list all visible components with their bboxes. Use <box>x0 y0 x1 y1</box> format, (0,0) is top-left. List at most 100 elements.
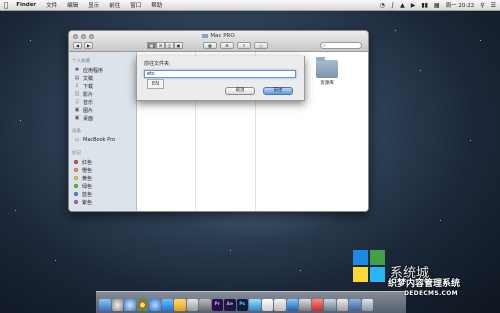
volume-icon[interactable]: ▶ <box>411 2 416 9</box>
window-search-field[interactable]: ⚲ <box>320 42 362 49</box>
action-gear-button[interactable]: ⚙ <box>220 42 234 49</box>
share-button[interactable]: ⇧ <box>237 42 251 49</box>
coverflow-view-button[interactable]: ▣ <box>174 42 183 49</box>
launchpad-dock-icon[interactable] <box>111 299 123 311</box>
sidebar-item-applications[interactable]: ✱ 应用程序 <box>69 66 136 74</box>
library-folder-label: 资源库 <box>320 81 334 86</box>
applications-icon: ✱ <box>74 66 80 73</box>
cancel-button[interactable]: 取消 <box>225 87 255 95</box>
sidebar-tag-blue[interactable]: 蓝色 <box>69 190 136 198</box>
tag-orange-icon <box>74 168 78 172</box>
arrange-button[interactable]: ▦ <box>203 42 217 49</box>
sidebar-item-label: 桌面 <box>83 115 94 122</box>
app2-dock-icon[interactable] <box>311 299 323 311</box>
menu-go[interactable]: 前往 <box>109 1 120 9</box>
menu-help[interactable]: 帮助 <box>151 1 162 9</box>
folder-dock-icon[interactable] <box>174 299 186 311</box>
column-view-button[interactable]: ◫ <box>165 42 174 49</box>
textedit-dock-icon[interactable] <box>274 299 286 311</box>
movies-icon: ◫ <box>74 90 80 97</box>
logo-pane-blue <box>353 250 368 265</box>
calendar-dock-icon[interactable] <box>261 299 273 311</box>
input-source-icon[interactable]: ▦ <box>434 2 440 9</box>
trash-dock-icon[interactable] <box>361 299 373 311</box>
sidebar-item-downloads[interactable]: ⇩ 下载 <box>69 82 136 90</box>
mission-control-dock-icon[interactable] <box>124 299 136 311</box>
sidebar-item-label: 绿色 <box>82 183 93 190</box>
list-view-button[interactable]: ☰ <box>156 42 165 49</box>
input-method-indicator[interactable]: EN <box>147 79 164 89</box>
sidebar-item-label: MacBook Pro <box>83 137 116 143</box>
wifi-icon[interactable]: ▲ <box>400 2 405 9</box>
logo-pane-lightblue <box>370 267 385 282</box>
utility2-dock-icon[interactable] <box>299 299 311 311</box>
downloads-dock-icon[interactable] <box>349 299 361 311</box>
notification-center-icon[interactable]: ☰ <box>491 2 496 9</box>
sidebar-tag-purple[interactable]: 紫色 <box>69 198 136 206</box>
sidebar-tag-yellow[interactable]: 黄色 <box>69 174 136 182</box>
finder-dock-icon[interactable] <box>99 299 111 311</box>
photoshop-dock-icon[interactable]: Ps <box>236 299 248 311</box>
window-titlebar: Mac PRO ◀ ▶ ▦ ☰ ◫ ▣ ▦ ⚙ ⇧ ○ ⚲ <box>69 31 368 52</box>
go-button[interactable]: 前往 <box>263 87 293 95</box>
watermark-cms-name: 织梦内容管理系统 <box>388 279 461 289</box>
toolbar-actions: ▦ ⚙ ⇧ ○ <box>203 42 268 49</box>
bluetooth-icon[interactable]: ∫ <box>391 2 394 9</box>
watermark-url: DEDECMS.COM <box>404 290 458 297</box>
screen-dock-icon[interactable] <box>286 299 298 311</box>
back-button[interactable]: ◀ <box>73 42 82 49</box>
logo-pane-green <box>370 250 385 265</box>
sidebar-item-music[interactable]: ♫ 音乐 <box>69 98 136 106</box>
menu-edit[interactable]: 编辑 <box>67 1 78 9</box>
nav-buttons: ◀ ▶ <box>73 42 93 49</box>
menu-clock[interactable]: 周一 20:22 <box>446 1 475 9</box>
tag-button[interactable]: ○ <box>254 42 268 49</box>
menu-view[interactable]: 显示 <box>88 1 99 9</box>
apple-menu-icon[interactable]:  <box>4 1 8 9</box>
watermark-logo <box>352 249 386 283</box>
star <box>300 270 301 271</box>
downloads-icon: ⇩ <box>74 82 80 89</box>
battery-icon[interactable]: ▮▮ <box>421 2 428 9</box>
app4-dock-icon[interactable] <box>336 299 348 311</box>
preferences-dock-icon[interactable] <box>199 299 211 311</box>
music-icon: ♫ <box>74 98 80 105</box>
time-machine-icon[interactable]: ◔ <box>380 2 385 9</box>
search-icon[interactable]: ⚲ <box>480 2 484 9</box>
star <box>395 30 396 31</box>
icon-view-button[interactable]: ▦ <box>147 42 156 49</box>
app-dock-icon[interactable] <box>249 299 261 311</box>
app3-dock-icon[interactable] <box>324 299 336 311</box>
premiere-dock-icon[interactable]: Pr <box>211 299 223 311</box>
menu-file[interactable]: 文件 <box>46 1 57 9</box>
sidebar-tag-green[interactable]: 绿色 <box>69 182 136 190</box>
safari-dock-icon[interactable] <box>149 299 161 311</box>
sidebar-tag-red[interactable]: 红色 <box>69 158 136 166</box>
library-folder[interactable]: 资源库 <box>312 57 342 86</box>
tag-blue-icon <box>74 192 78 196</box>
go-to-folder-label: 前往文件夹: <box>144 61 171 67</box>
menu-window[interactable]: 窗口 <box>130 1 141 9</box>
sidebar-item-macbook-pro[interactable]: ▭ MacBook Pro <box>69 136 136 144</box>
sidebar-item-label: 音乐 <box>83 99 94 106</box>
sidebar-item-label: 橙色 <box>82 167 93 174</box>
sidebar-item-movies[interactable]: ◫ 影片 <box>69 90 136 98</box>
folder-icon <box>316 57 338 78</box>
sidebar-item-desktop[interactable]: ▣ 桌面 <box>69 114 136 122</box>
sidebar-item-label: 蓝色 <box>82 191 93 198</box>
folder-path-input[interactable] <box>144 70 296 78</box>
star <box>55 260 56 261</box>
sidebar-item-label: 紫色 <box>82 199 93 206</box>
tag-green-icon <box>74 184 78 188</box>
sidebar-item-documents[interactable]: ▤ 文稿 <box>69 74 136 82</box>
forward-button[interactable]: ▶ <box>84 42 93 49</box>
qq-dock-icon[interactable] <box>161 299 173 311</box>
after-effects-dock-icon[interactable]: Ae <box>224 299 236 311</box>
chrome-dock-icon[interactable] <box>136 299 148 311</box>
sidebar-item-pictures[interactable]: ▣ 图片 <box>69 106 136 114</box>
menu-extras: ◔ ∫ ▲ ▶ ▮▮ ▦ 周一 20:22 ⚲ ☰ <box>380 1 496 10</box>
sidebar-item-label: 下载 <box>83 83 94 90</box>
utility-dock-icon[interactable] <box>186 299 198 311</box>
menu-app-finder[interactable]: Finder <box>16 2 36 8</box>
sidebar-tag-orange[interactable]: 橙色 <box>69 166 136 174</box>
